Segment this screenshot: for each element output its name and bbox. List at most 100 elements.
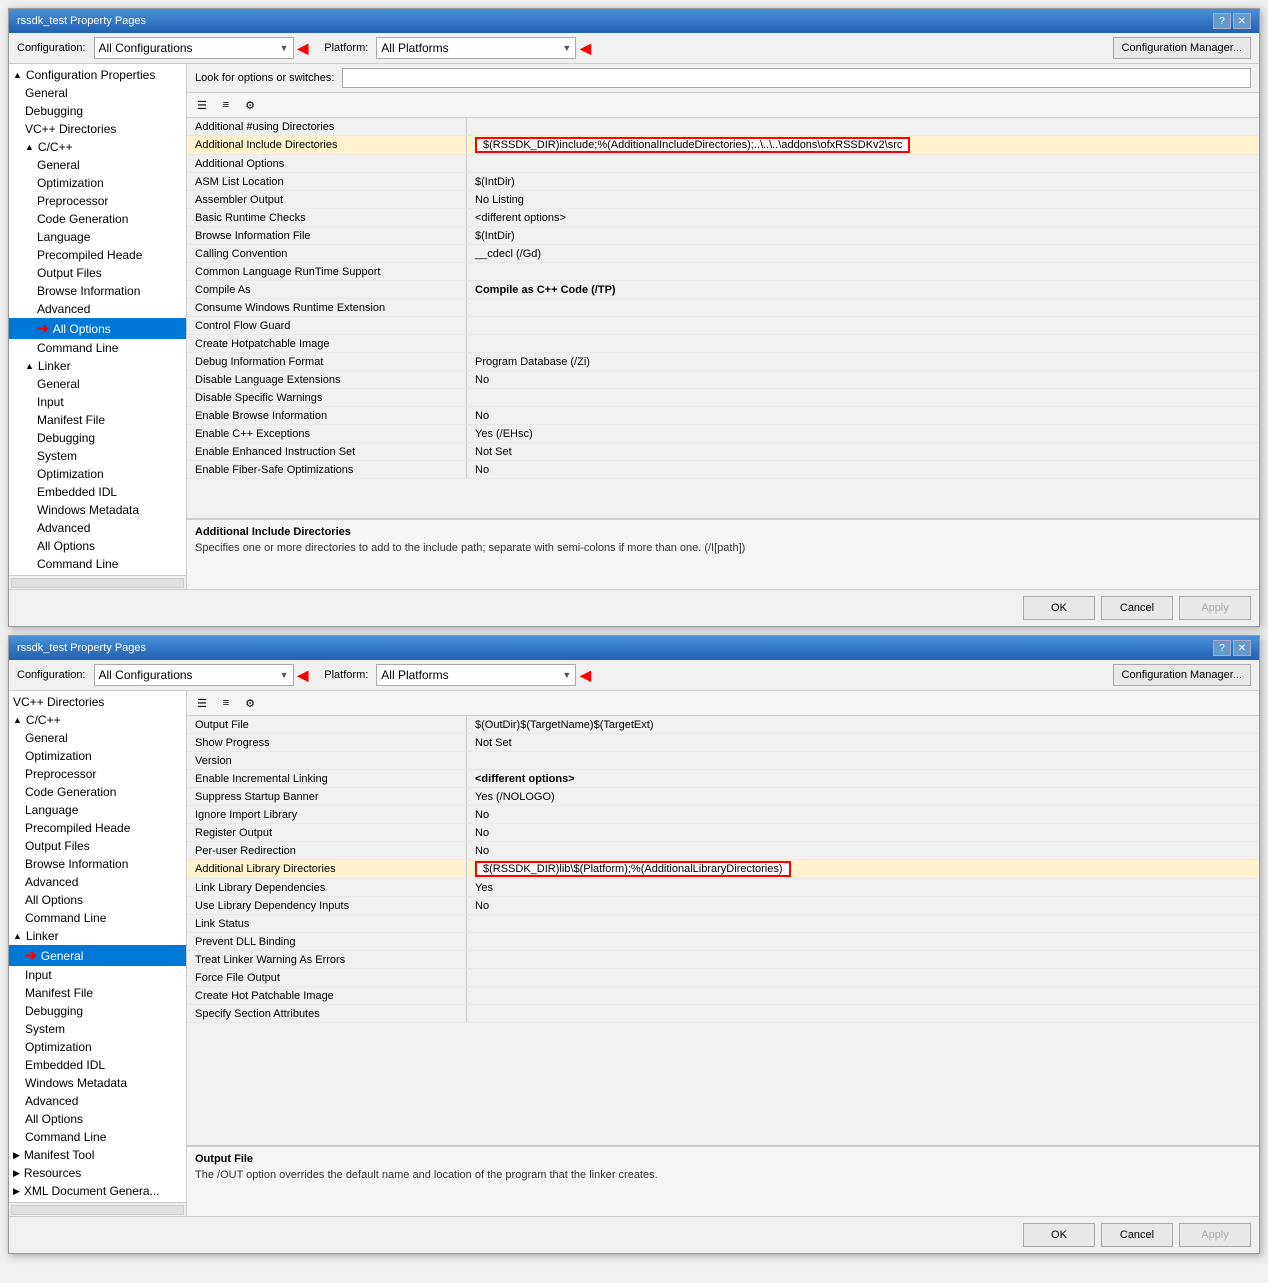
sidebar-item-manifestfile[interactable]: Manifest File (9, 411, 186, 429)
prop-row[interactable]: Additional Library Directories$(RSSDK_DI… (187, 860, 1259, 879)
sidebar-item-advanced[interactable]: Advanced (9, 1092, 186, 1110)
prop-row[interactable]: Register OutputNo (187, 824, 1259, 842)
sidebar-item-optimization[interactable]: Optimization (9, 1038, 186, 1056)
sidebar-item-input[interactable]: Input (9, 393, 186, 411)
toolbar-alphabetical-btn[interactable]: ≡ (215, 693, 237, 713)
apply-button[interactable]: Apply (1179, 596, 1251, 620)
sidebar-item-general[interactable]: General (9, 156, 186, 174)
prop-row[interactable]: Enable Enhanced Instruction SetNot Set (187, 443, 1259, 461)
sidebar-item-optimization[interactable]: Optimization (9, 465, 186, 483)
sidebar-item-general[interactable]: General (9, 84, 186, 102)
sidebar-item-precompiledheade[interactable]: Precompiled Heade (9, 246, 186, 264)
sidebar-item-vc++directories[interactable]: VC++ Directories (9, 693, 186, 711)
config-manager-button[interactable]: Configuration Manager... (1113, 664, 1251, 686)
sidebar-item-commandline[interactable]: Command Line (9, 555, 186, 573)
sidebar-item-general[interactable]: General (9, 375, 186, 393)
prop-row[interactable]: Use Library Dependency InputsNo (187, 897, 1259, 915)
prop-row[interactable]: Enable C++ ExceptionsYes (/EHsc) (187, 425, 1259, 443)
prop-row[interactable]: Specify Section Attributes (187, 1005, 1259, 1023)
sidebar-item-commandline[interactable]: Command Line (9, 1128, 186, 1146)
sidebar-item-preprocessor[interactable]: Preprocessor (9, 765, 186, 783)
prop-row[interactable]: Link Status (187, 915, 1259, 933)
prop-row[interactable]: Calling Convention__cdecl (/Gd) (187, 245, 1259, 263)
prop-row[interactable]: Prevent DLL Binding (187, 933, 1259, 951)
toolbar-categorized-btn[interactable]: ☰ (191, 693, 213, 713)
sidebar-item-input[interactable]: Input (9, 966, 186, 984)
sidebar-item-embeddedidl[interactable]: Embedded IDL (9, 483, 186, 501)
help-button[interactable]: ? (1213, 640, 1231, 656)
prop-row[interactable]: Common Language RunTime Support (187, 263, 1259, 281)
sidebar-item-commandline[interactable]: Command Line (9, 909, 186, 927)
help-button[interactable]: ? (1213, 13, 1231, 29)
prop-row[interactable]: Control Flow Guard (187, 317, 1259, 335)
prop-row[interactable]: Treat Linker Warning As Errors (187, 951, 1259, 969)
prop-row[interactable]: Consume Windows Runtime Extension (187, 299, 1259, 317)
prop-row[interactable]: Debug Information FormatProgram Database… (187, 353, 1259, 371)
prop-row[interactable]: Additional #using Directories (187, 118, 1259, 136)
prop-row[interactable]: Create Hotpatchable Image (187, 335, 1259, 353)
sidebar-item-codegeneration[interactable]: Code Generation (9, 783, 186, 801)
sidebar-hscrollbar[interactable] (11, 578, 184, 588)
sidebar-item-vc++directories[interactable]: VC++ Directories (9, 120, 186, 138)
close-button[interactable]: ✕ (1233, 13, 1251, 29)
sidebar-item-c/c++[interactable]: ▲C/C++ (9, 711, 186, 729)
toolbar-properties-btn[interactable]: ⚙ (239, 693, 261, 713)
prop-row[interactable]: Output File$(OutDir)$(TargetName)$(Targe… (187, 716, 1259, 734)
sidebar-item-commandline[interactable]: Command Line (9, 339, 186, 357)
cancel-button[interactable]: Cancel (1101, 596, 1173, 620)
prop-row[interactable]: Enable Browse InformationNo (187, 407, 1259, 425)
sidebar-item-browseinformation[interactable]: Browse Information (9, 855, 186, 873)
toolbar-categorized-btn[interactable]: ☰ (191, 95, 213, 115)
sidebar-item-advanced[interactable]: Advanced (9, 519, 186, 537)
platform-combo[interactable]: All Platforms ▼ (376, 664, 576, 686)
sidebar-hscrollbar[interactable] (11, 1205, 184, 1215)
prop-row[interactable]: Additional Options (187, 155, 1259, 173)
sidebar-item-resources[interactable]: ▶Resources (9, 1164, 186, 1182)
prop-row[interactable]: Compile AsCompile as C++ Code (/TP) (187, 281, 1259, 299)
sidebar-item-alloptions[interactable]: ➔All Options (9, 318, 186, 339)
sidebar-item-debugging[interactable]: Debugging (9, 102, 186, 120)
sidebar-item-optimization[interactable]: Optimization (9, 747, 186, 765)
sidebar-item-system[interactable]: System (9, 447, 186, 465)
sidebar-item-preprocessor[interactable]: Preprocessor (9, 192, 186, 210)
prop-row[interactable]: Per-user RedirectionNo (187, 842, 1259, 860)
prop-row[interactable]: Enable Fiber-Safe OptimizationsNo (187, 461, 1259, 479)
config-manager-button[interactable]: Configuration Manager... (1113, 37, 1251, 59)
config-combo[interactable]: All Configurations ▼ (94, 37, 294, 59)
config-combo[interactable]: All Configurations ▼ (94, 664, 294, 686)
sidebar-item-alloptions[interactable]: All Options (9, 537, 186, 555)
sidebar-item-xmldocumentgenera...[interactable]: ▶XML Document Genera... (9, 1182, 186, 1200)
sidebar-item-language[interactable]: Language (9, 801, 186, 819)
sidebar-item-precompiledheade[interactable]: Precompiled Heade (9, 819, 186, 837)
sidebar-item-alloptions[interactable]: All Options (9, 891, 186, 909)
sidebar-item-linker[interactable]: ▲Linker (9, 357, 186, 375)
prop-row[interactable]: ASM List Location$(IntDir) (187, 173, 1259, 191)
prop-row[interactable]: Disable Specific Warnings (187, 389, 1259, 407)
sidebar-item-browseinformation[interactable]: Browse Information (9, 282, 186, 300)
sidebar-item-embeddedidl[interactable]: Embedded IDL (9, 1056, 186, 1074)
sidebar-item-linker[interactable]: ▲Linker (9, 927, 186, 945)
prop-row[interactable]: Additional Include Directories$(RSSDK_DI… (187, 136, 1259, 155)
ok-button[interactable]: OK (1023, 596, 1095, 620)
sidebar-item-outputfiles[interactable]: Output Files (9, 837, 186, 855)
sidebar-item-optimization[interactable]: Optimization (9, 174, 186, 192)
prop-row[interactable]: Show ProgressNot Set (187, 734, 1259, 752)
prop-row[interactable]: Browse Information File$(IntDir) (187, 227, 1259, 245)
apply-button[interactable]: Apply (1179, 1223, 1251, 1247)
sidebar-item-general[interactable]: ➔General (9, 945, 186, 966)
sidebar-item-manifestfile[interactable]: Manifest File (9, 984, 186, 1002)
sidebar-item-advanced[interactable]: Advanced (9, 873, 186, 891)
sidebar-item-c/c++[interactable]: ▲C/C++ (9, 138, 186, 156)
look-for-input[interactable] (342, 68, 1251, 88)
prop-row[interactable]: Ignore Import LibraryNo (187, 806, 1259, 824)
toolbar-properties-btn[interactable]: ⚙ (239, 95, 261, 115)
sidebar-item-manifesttool[interactable]: ▶Manifest Tool (9, 1146, 186, 1164)
platform-combo[interactable]: All Platforms ▼ (376, 37, 576, 59)
prop-row[interactable]: Link Library DependenciesYes (187, 879, 1259, 897)
ok-button[interactable]: OK (1023, 1223, 1095, 1247)
sidebar-item-general[interactable]: General (9, 729, 186, 747)
sidebar-item-windowsmetadata[interactable]: Windows Metadata (9, 1074, 186, 1092)
sidebar-item-codegeneration[interactable]: Code Generation (9, 210, 186, 228)
prop-row[interactable]: Create Hot Patchable Image (187, 987, 1259, 1005)
cancel-button[interactable]: Cancel (1101, 1223, 1173, 1247)
